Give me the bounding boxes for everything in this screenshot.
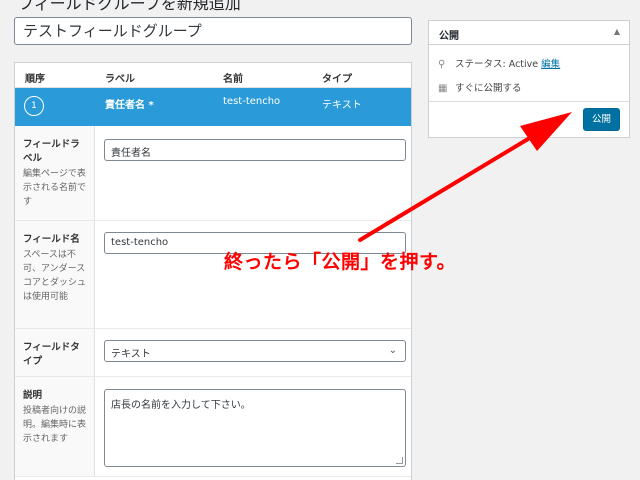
annotation-arrow bbox=[358, 112, 572, 242]
arrow-shaft bbox=[358, 137, 530, 242]
annotation-text: 終ったら「公開」を押す。 bbox=[224, 251, 457, 273]
arrow-head bbox=[520, 112, 572, 151]
